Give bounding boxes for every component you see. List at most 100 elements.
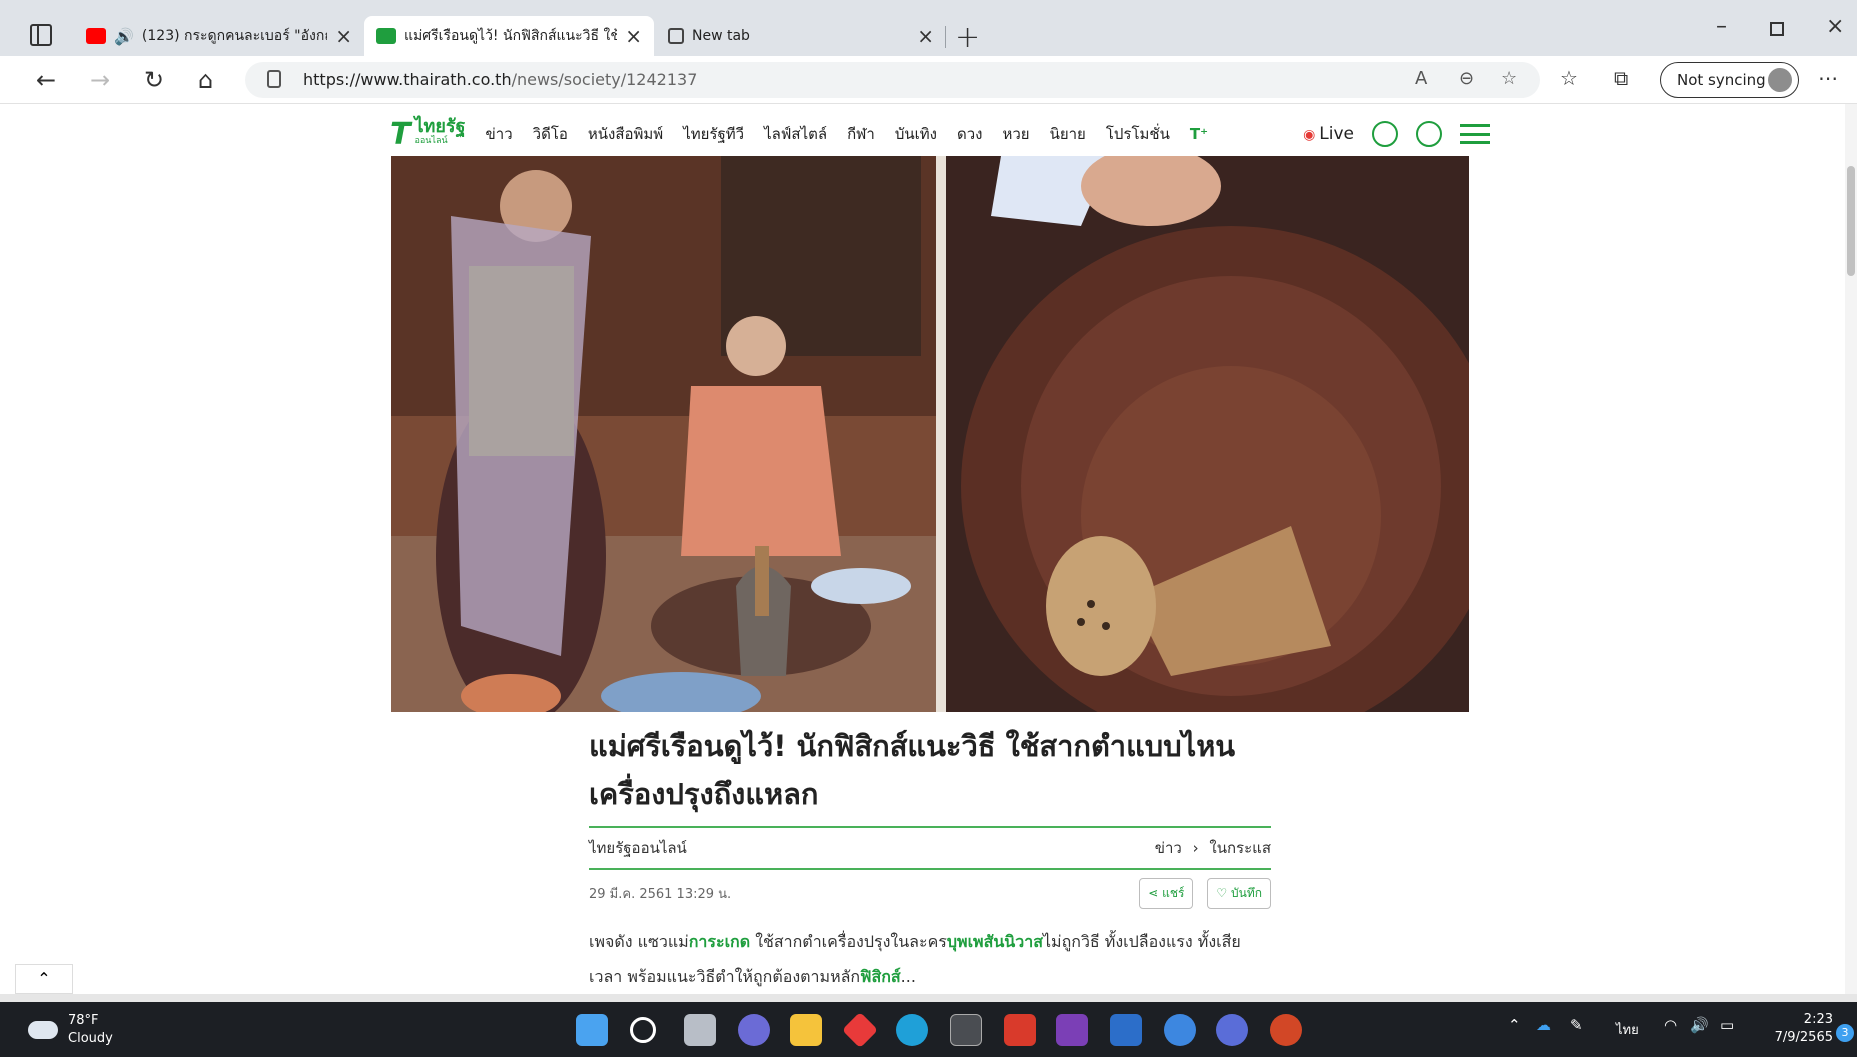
tab-separator	[945, 26, 946, 48]
nav-promotion[interactable]: โปรโมชั่น	[1106, 122, 1170, 146]
nav-lifestyle[interactable]: ไลฟ์สไตล์	[764, 122, 827, 146]
new-tab-icon	[668, 28, 684, 44]
scrollbar-thumb[interactable]	[1847, 166, 1855, 276]
chat-icon[interactable]	[738, 1014, 770, 1046]
tab-youtube[interactable]: 🔊 (123) กระดูกคนละเบอร์ "อังกฤษ ×	[74, 16, 364, 56]
publish-date: 29 มี.ค. 2561 13:29 น.	[589, 886, 732, 902]
thairath-plus-icon[interactable]: T⁺	[1190, 125, 1208, 143]
lead-text: เวลา พร้อมแนะวิธีตำให้ถูกต้องตามหลัก	[589, 967, 861, 986]
search-taskbar-icon[interactable]	[630, 1017, 656, 1043]
youtube-icon	[86, 28, 106, 44]
collections-icon[interactable]: ⧉	[1614, 66, 1628, 90]
more-icon[interactable]: ⋯	[1818, 66, 1838, 90]
window-close-icon[interactable]: ×	[1826, 14, 1844, 39]
wifi-icon[interactable]: ◠	[1664, 1016, 1677, 1034]
file-explorer-icon[interactable]	[790, 1014, 822, 1046]
tab-title: (123) กระดูกคนละเบอร์ "อังกฤษ	[141, 28, 328, 44]
edge-icon[interactable]	[896, 1014, 928, 1046]
nav-newspaper[interactable]: หนังสือพิมพ์	[588, 122, 663, 146]
speaker-icon[interactable]: 🔊	[114, 27, 134, 46]
tex-icon[interactable]	[950, 1014, 982, 1046]
app-circle-icon[interactable]	[1216, 1014, 1248, 1046]
start-icon[interactable]	[576, 1014, 608, 1046]
task-view-icon[interactable]	[684, 1014, 716, 1046]
nav-news[interactable]: ข่าว	[486, 122, 513, 146]
address-bar[interactable]: https://www.thairath.co.th/news/society/…	[245, 62, 1540, 98]
vertical-scrollbar[interactable]	[1845, 104, 1857, 994]
forward-icon[interactable]: →	[90, 66, 110, 94]
live-button[interactable]: ◉ Live	[1303, 124, 1354, 144]
article-headline: แม่ศรีเรือนดูไว้! นักฟิสิกส์แนะวิธี ใช้ส…	[589, 722, 1279, 818]
avatar	[1768, 68, 1792, 92]
minimize-icon[interactable]: –	[1716, 14, 1727, 39]
tab-strip: 🔊 (123) กระดูกคนละเบอร์ "อังกฤษ × แม่ศรี…	[0, 0, 1857, 56]
lead-text: ไม่ถูกวิธี ทั้งเปลืองแรง ทั้งเสีย	[1042, 932, 1241, 951]
app-u-icon[interactable]	[1164, 1014, 1196, 1046]
nav-video[interactable]: วิดีโอ	[533, 122, 568, 146]
refresh-icon[interactable]: ↻	[144, 66, 164, 94]
nav-tv[interactable]: ไทยรัฐทีวี	[683, 122, 744, 146]
weather-temp: 78°F	[68, 1013, 99, 1028]
onedrive-icon[interactable]: ☁	[1536, 1016, 1551, 1034]
thairath-logo[interactable]: T ไทยรัฐ ออนไลน์	[390, 117, 466, 152]
onenote-icon[interactable]	[1056, 1014, 1088, 1046]
settings-app-icon[interactable]	[1004, 1014, 1036, 1046]
user-icon[interactable]	[1372, 121, 1398, 147]
headline-line-1: แม่ศรีเรือนดูไว้! นักฟิสิกส์แนะวิธี ใช้ส…	[589, 729, 1236, 763]
language-indicator[interactable]: ไทย	[1616, 1019, 1639, 1040]
tag-link-karaked[interactable]: การะเกด	[689, 932, 750, 951]
collapse-panel-button[interactable]: ⌃	[15, 964, 73, 994]
tag-link-physics[interactable]: ฟิสิกส์	[860, 967, 901, 986]
weather-widget[interactable]: 78°F Cloudy	[28, 1012, 113, 1048]
powerpoint-icon[interactable]	[1270, 1014, 1302, 1046]
home-icon[interactable]: ⌂	[198, 66, 213, 94]
favorite-add-icon[interactable]: ☆	[1501, 68, 1517, 89]
breadcrumb-item-news[interactable]: ข่าว	[1155, 839, 1182, 857]
lead-text: เพจดัง แซวแม่	[589, 932, 689, 951]
notification-badge[interactable]: 3	[1836, 1024, 1854, 1042]
nav-horoscope[interactable]: ดวง	[957, 122, 983, 146]
chevron-right-icon: ›	[1192, 839, 1199, 857]
show-hidden-icons-icon[interactable]: ⌃	[1508, 1016, 1521, 1034]
close-icon[interactable]: ×	[625, 24, 642, 48]
back-icon[interactable]: ←	[36, 66, 56, 94]
background-app-strip	[0, 994, 1857, 1002]
close-icon[interactable]: ×	[335, 24, 352, 48]
nav-entertainment[interactable]: บันเทิง	[895, 122, 937, 146]
profile-sync-button[interactable]: Not syncing	[1660, 62, 1799, 98]
save-button[interactable]: ♡ บันทึก	[1207, 877, 1271, 909]
nav-sports[interactable]: กีฬา	[847, 122, 875, 146]
close-icon[interactable]: ×	[917, 24, 934, 48]
date-row: 29 มี.ค. 2561 13:29 น. ⋖ แชร์ ♡ บันทึก	[589, 877, 1271, 909]
search-icon[interactable]	[1416, 121, 1442, 147]
lock-icon[interactable]	[267, 70, 281, 88]
tag-link-buppesannivas[interactable]: บุพเพสันนิวาส	[947, 932, 1043, 951]
tab-new-tab[interactable]: New tab ×	[656, 16, 946, 56]
battery-icon[interactable]: ▭	[1720, 1016, 1734, 1034]
app-w-icon[interactable]	[1110, 1014, 1142, 1046]
maximize-icon[interactable]	[1770, 22, 1784, 36]
logo-text: ไทยรัฐ	[414, 116, 466, 137]
breadcrumb-item-trending[interactable]: ในกระแส	[1209, 839, 1271, 857]
clock[interactable]: 2:23 7/9/2565	[1765, 1011, 1833, 1047]
zoom-out-icon[interactable]: ⊖	[1459, 68, 1474, 89]
menu-icon[interactable]	[1460, 124, 1490, 144]
nav-lottery[interactable]: หวย	[1002, 122, 1029, 146]
logo-t-icon: T	[390, 116, 411, 152]
nav-fiction[interactable]: นิยาย	[1050, 122, 1086, 146]
tab-actions-icon[interactable]	[30, 24, 52, 46]
anydesk-icon[interactable]	[841, 1011, 879, 1049]
read-aloud-icon[interactable]: A	[1415, 68, 1427, 89]
share-button[interactable]: ⋖ แชร์	[1139, 877, 1194, 909]
author-name[interactable]: ไทยรัฐออนไลน์	[589, 836, 687, 860]
favorites-icon[interactable]: ☆	[1560, 66, 1578, 90]
pen-icon[interactable]: ✎	[1570, 1016, 1583, 1034]
lead-text: ใช้สากตำเครื่องปรุงในละคร	[750, 932, 947, 951]
volume-icon[interactable]: 🔊	[1690, 1016, 1709, 1034]
url-text[interactable]: https://www.thairath.co.th/news/society/…	[303, 70, 697, 89]
thairath-icon	[376, 28, 396, 44]
new-tab-button[interactable]: +	[955, 20, 980, 55]
tab-thairath[interactable]: แม่ศรีเรือนดูไว้! นักฟิสิกส์แนะวิธี ใช้ส…	[364, 16, 654, 56]
site-nav: T ไทยรัฐ ออนไลน์ ข่าว วิดีโอ หนังสือพิมพ…	[390, 112, 1490, 156]
live-dot-icon: ◉	[1303, 127, 1316, 143]
